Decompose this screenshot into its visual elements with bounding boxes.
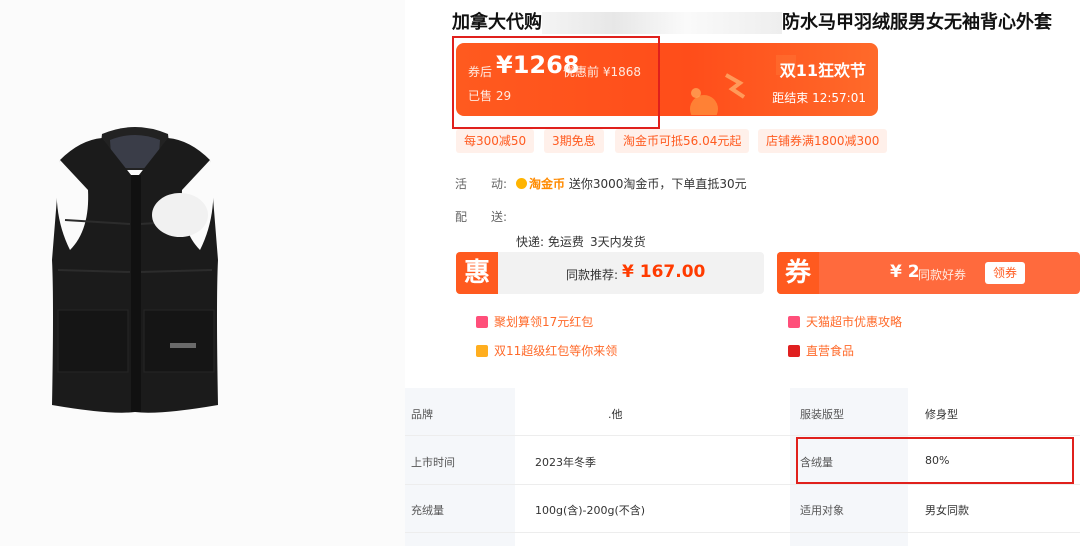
row-divider — [405, 532, 1080, 533]
coupon-label: 同款好券 — [918, 268, 967, 282]
promo-link-label: 天猫超市优惠攻略 — [806, 315, 903, 329]
attr-key: 充绒量 — [411, 504, 444, 517]
similar-coupon-card[interactable]: 券 ¥ 2 同款好券 领券 — [777, 252, 1080, 294]
similar-recommend-card[interactable]: 惠 同款推荐: ¥ 167.00 — [456, 252, 764, 294]
down-content-highlight-box — [796, 437, 1074, 484]
attr-value: 2023年冬季 — [535, 456, 596, 469]
attr-key: 服装版型 — [800, 408, 844, 421]
delivery-label: 配 送: — [455, 210, 508, 224]
attr-value: .他 — [608, 408, 623, 421]
coupon-amount: ¥ 2 — [890, 262, 920, 282]
title-suffix: 防水马甲羽绒服男女无袖背心外套 — [782, 12, 1052, 33]
product-image — [0, 0, 405, 546]
activity-label: 活 动: — [455, 177, 508, 191]
quan-badge: 券 — [777, 252, 819, 294]
product-title: 加拿大代购 防水马甲羽绒服男女无袖背心外套 — [452, 8, 1052, 34]
coupon-tag[interactable]: 淘金币可抵56.04元起 — [615, 129, 750, 153]
row-divider — [405, 435, 1080, 436]
title-prefix: 加拿大代购 — [452, 12, 542, 33]
promo-link-double11[interactable]: 双11超级红包等你来领 — [476, 342, 617, 359]
redacted-title-segment — [542, 12, 782, 34]
activity-text: 送你3000淘金币，下单直抵30元 — [568, 177, 747, 191]
coupon-tag[interactable]: 3期免息 — [544, 129, 604, 153]
festival-title: 双11狂欢节 — [779, 61, 866, 80]
express-fee: 快递: 免运费 — [516, 235, 584, 249]
coupon-tag[interactable]: 每300减50 — [456, 129, 535, 153]
attr-key: 适用对象 — [800, 504, 844, 517]
coupon-tag[interactable]: 店铺券满1800减300 — [758, 129, 888, 153]
similar-recommend-label: 同款推荐: — [566, 268, 619, 282]
attr-key: 品牌 — [411, 408, 433, 421]
activity-value[interactable]: 淘金币 送你3000淘金币，下单直抵30元 — [516, 175, 747, 192]
similar-recommend-price: ¥ 167.00 — [622, 262, 706, 282]
promo-link-label: 双11超级红包等你来领 — [494, 344, 618, 358]
taojinbi-icon — [516, 178, 527, 189]
promo-link-label: 聚划算领17元红包 — [494, 315, 594, 329]
countdown-timer: 距结束 12:57:01 — [772, 91, 866, 105]
taojinbi-brand: 淘金币 — [529, 177, 566, 191]
claim-coupon-button[interactable]: 领券 — [985, 262, 1026, 284]
promo-link-label: 直营食品 — [806, 344, 855, 358]
attr-value: 修身型 — [925, 408, 958, 421]
promo-link-direct-food[interactable]: 直营食品 — [788, 342, 854, 359]
attr-key: 上市时间 — [411, 456, 455, 469]
attr-value: 100g(含)-200g(不含) — [535, 504, 646, 517]
promo-link-juhuasuan[interactable]: 聚划算领17元红包 — [476, 313, 593, 330]
ship-time: 3天内发货 — [590, 235, 646, 249]
row-divider — [405, 484, 1080, 485]
hui-badge: 惠 — [456, 252, 498, 294]
price-highlight-box — [452, 36, 660, 129]
down-vest-image — [52, 127, 218, 413]
shopping-bag-icon — [476, 316, 488, 328]
attr-value: 男女同款 — [925, 504, 969, 517]
gift-icon — [788, 345, 800, 357]
supermarket-icon — [788, 316, 800, 328]
red-packet-icon — [476, 345, 488, 357]
promo-link-tmall-market[interactable]: 天猫超市优惠攻略 — [788, 313, 902, 330]
